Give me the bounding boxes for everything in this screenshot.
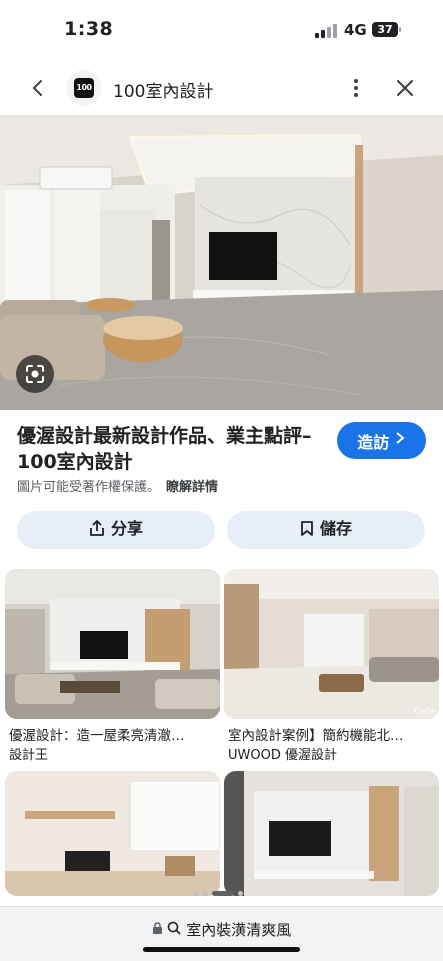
lock-icon bbox=[152, 921, 168, 939]
address-bar[interactable]: 室內裝潢清爽風 bbox=[0, 906, 443, 961]
site-logo-mark: 100 bbox=[74, 78, 94, 98]
visit-label: 造訪 bbox=[357, 434, 390, 452]
lens-icon[interactable] bbox=[16, 355, 54, 393]
save-label: 儲存 bbox=[319, 521, 352, 538]
bookmark-icon bbox=[301, 521, 313, 536]
related-image-4[interactable] bbox=[224, 771, 439, 896]
close-icon[interactable] bbox=[393, 76, 417, 100]
network-type: 4G bbox=[344, 21, 367, 39]
page-indicator bbox=[194, 889, 250, 897]
share-button[interactable]: 分享 bbox=[17, 511, 215, 549]
status-time: 1:38 bbox=[64, 18, 114, 40]
url-text: 室內裝潢清爽風 bbox=[186, 921, 292, 939]
battery-icon: 37 bbox=[372, 22, 398, 37]
related-image-1[interactable] bbox=[5, 569, 220, 719]
related-image-2[interactable]: Orde bbox=[224, 569, 439, 719]
more-vert-icon[interactable] bbox=[344, 76, 368, 100]
visit-button[interactable]: 造訪 bbox=[337, 422, 426, 459]
home-indicator bbox=[143, 947, 300, 952]
related-image-3[interactable] bbox=[5, 771, 220, 896]
status-bar: 1:38 4G 37 bbox=[0, 0, 443, 60]
related-image-2-watermark: Orde bbox=[414, 707, 436, 717]
copyright-notice: 圖片可能受著作權保護。 瞭解詳情 bbox=[17, 476, 218, 495]
related-caption-1[interactable]: 優渥設計：造一屋柔亮清澈… bbox=[9, 724, 221, 744]
related-source-2: UWOOD 優渥設計 bbox=[228, 748, 337, 763]
site-title: 100室內設計 bbox=[113, 82, 214, 102]
related-caption-2[interactable]: 室內設計案例】簡約機能北… bbox=[228, 724, 440, 744]
share-icon bbox=[90, 520, 104, 536]
search-icon bbox=[167, 921, 186, 939]
save-button[interactable]: 儲存 bbox=[227, 511, 425, 549]
copyright-text: 圖片可能受著作權保護。 bbox=[17, 480, 161, 495]
share-label: 分享 bbox=[110, 521, 143, 538]
back-arrow-icon[interactable] bbox=[26, 76, 50, 100]
learn-more-link[interactable]: 瞭解詳情 bbox=[166, 480, 218, 495]
site-logo: 100 bbox=[66, 70, 102, 106]
url-display[interactable]: 室內裝潢清爽風 bbox=[0, 919, 443, 940]
result-title[interactable]: 優渥設計最新設計作品、業主點評– 100室內設計 bbox=[17, 423, 317, 475]
related-source-1: 設計王 bbox=[9, 748, 49, 763]
battery-cap bbox=[399, 27, 401, 32]
signal-icon bbox=[315, 24, 337, 38]
chevron-right-icon bbox=[394, 432, 406, 449]
hero-image[interactable] bbox=[0, 115, 443, 410]
top-app-bar: 100 100室內設計 bbox=[0, 64, 443, 112]
